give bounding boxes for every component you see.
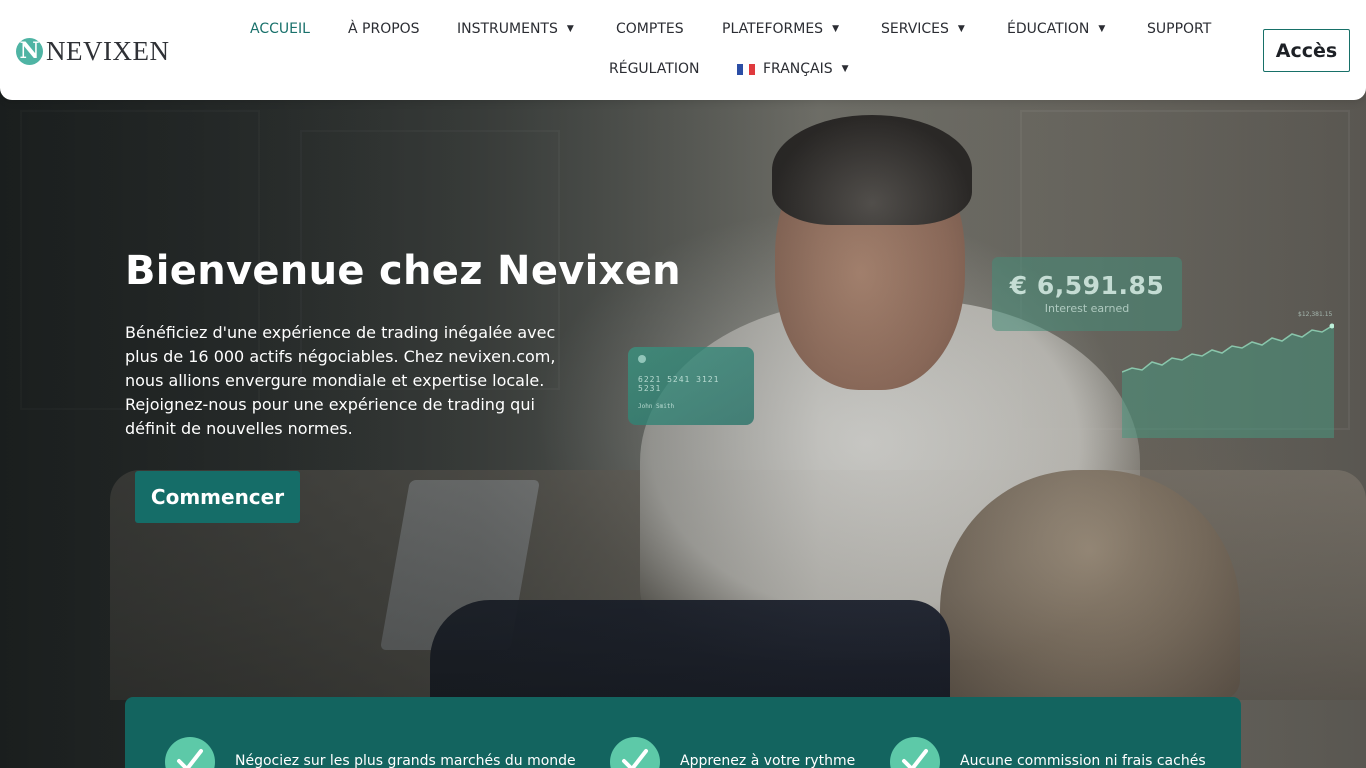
feature-label: Apprenez à votre rythme (680, 753, 856, 768)
nav-item-label: PLATEFORMES (722, 21, 824, 37)
nav-item-comptes[interactable]: COMPTES (616, 21, 684, 37)
checkmark-icon (610, 737, 660, 768)
hero-description: Bénéficiez d'une expérience de trading i… (125, 323, 556, 438)
checkmark-icon (890, 737, 940, 768)
nav-item-label: ACCUEIL (250, 21, 310, 37)
caret-down-icon: ▼ (841, 64, 849, 74)
hero-title: Bienvenue chez Nevixen (125, 248, 681, 294)
mini-chart-label: $12,381.15 (1298, 311, 1333, 318)
mini-chart-area (1122, 326, 1334, 438)
bank-card-graphic: 6221 5241 3121 5231 John Smith (628, 347, 754, 425)
card-chip-icon (638, 355, 646, 363)
checkmark-icon (165, 737, 215, 768)
nav-item-a-propos[interactable]: À PROPOS (348, 21, 420, 37)
card-holder: John Smith (638, 403, 675, 410)
caret-down-icon: ▼ (1098, 24, 1106, 34)
nav-item-plateformes[interactable]: PLATEFORMES ▼ (722, 21, 839, 37)
nav-item-regulation[interactable]: RÉGULATION (609, 61, 699, 77)
access-button[interactable]: Accès (1263, 29, 1350, 72)
feature-label: Négociez sur les plus grands marchés du … (235, 753, 576, 768)
feature-label: Aucune commission ni frais cachés (960, 753, 1206, 768)
language-label: FRANÇAIS (763, 61, 833, 77)
get-started-button[interactable]: Commencer (135, 471, 300, 523)
caret-down-icon: ▼ (566, 24, 574, 34)
nav-item-services[interactable]: SERVICES ▼ (881, 21, 965, 37)
caret-down-icon: ▼ (832, 24, 839, 34)
site-header: N NEVIXEN ACCUEIL À PROPOS INSTRUMENTS ▼… (0, 0, 1366, 100)
brand-name: NEVIXEN (46, 36, 170, 66)
feature-item: Négociez sur les plus grands marchés du … (165, 737, 576, 768)
feature-item: Apprenez à votre rythme (610, 737, 855, 768)
mini-area-chart (1122, 323, 1334, 438)
nav-item-label: RÉGULATION (609, 61, 700, 77)
nav-item-instruments[interactable]: INSTRUMENTS ▼ (457, 21, 574, 37)
nav-item-label: COMPTES (616, 21, 684, 37)
nav-item-label: SERVICES (881, 21, 949, 37)
brand-logo[interactable]: N NEVIXEN (16, 36, 169, 67)
caret-down-icon: ▼ (957, 24, 965, 34)
card-number: 6221 5241 3121 5231 (638, 375, 720, 393)
feature-item: Aucune commission ni frais cachés (890, 737, 1206, 768)
interest-amount: € 6,591.85 (1009, 271, 1165, 300)
france-flag-icon (737, 63, 755, 75)
nav-item-support[interactable]: SUPPORT (1147, 21, 1211, 37)
features-strip: Négociez sur les plus grands marchés du … (125, 697, 1241, 768)
nav-item-accueil[interactable]: ACCUEIL (250, 21, 310, 37)
nav-item-label: INSTRUMENTS (457, 21, 558, 37)
nav-item-label: À PROPOS (348, 21, 420, 37)
logo-mark-icon: N (16, 38, 43, 65)
language-selector[interactable]: FRANÇAIS ▼ (737, 61, 849, 77)
nav-item-education[interactable]: ÉDUCATION ▼ (1007, 21, 1105, 37)
logo-mark-letter: N (19, 38, 40, 64)
nav-item-label: ÉDUCATION (1007, 21, 1090, 37)
nav-item-label: SUPPORT (1147, 21, 1212, 37)
